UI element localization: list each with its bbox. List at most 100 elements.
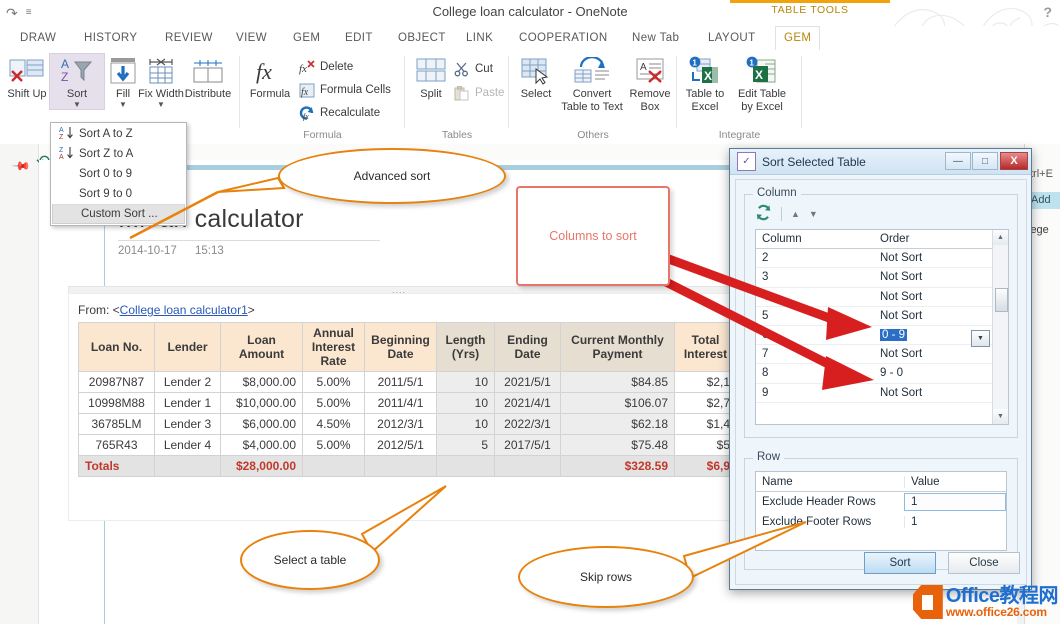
- convert-table-to-text-button[interactable]: Convert Table to Text: [559, 54, 625, 114]
- exclude-footer-rows-input[interactable]: 1: [904, 516, 1006, 528]
- column-grid-row[interactable]: 2 Not Sort: [756, 249, 1008, 268]
- menu-item-sort-z-a[interactable]: Z A Sort Z to A: [51, 144, 186, 164]
- tab-review[interactable]: REVIEW: [157, 26, 221, 50]
- tab-edit[interactable]: EDIT: [337, 26, 381, 50]
- refresh-icon[interactable]: [755, 204, 772, 224]
- col-monthly-payment[interactable]: Current Monthly Payment: [561, 323, 675, 372]
- sort-dialog-button[interactable]: Sort: [864, 552, 936, 574]
- cell-length[interactable]: 10: [437, 414, 495, 435]
- close-button[interactable]: X: [1000, 152, 1028, 170]
- edit-table-by-excel-button[interactable]: X 1 Edit Table by Excel: [733, 54, 791, 114]
- formula-cells-button[interactable]: fx Formula Cells: [298, 79, 391, 101]
- paste-button[interactable]: Paste: [453, 82, 504, 104]
- cell-payment[interactable]: $106.07: [561, 393, 675, 414]
- grid-cell-order[interactable]: 9 - 0: [874, 367, 992, 379]
- column-order-grid[interactable]: Column Order 2 Not Sort 3 Not Sort 4 Not…: [755, 229, 1009, 425]
- cut-button[interactable]: Cut: [453, 58, 493, 80]
- cell-interest[interactable]: $2,1: [675, 372, 737, 393]
- col-lender[interactable]: Lender: [155, 323, 221, 372]
- column-grid-row[interactable]: 7 Not Sort: [756, 345, 1008, 364]
- grid-cell-order[interactable]: Not Sort: [874, 291, 992, 303]
- cell-end[interactable]: 2022/3/1: [495, 414, 561, 435]
- col-length[interactable]: Length (Yrs): [437, 323, 495, 372]
- column-grid-scrollbar[interactable]: ▲ ▼: [992, 230, 1008, 424]
- column-grid-row[interactable]: 5 Not Sort: [756, 307, 1008, 326]
- cell-end[interactable]: 2021/4/1: [495, 393, 561, 414]
- row-grid-row[interactable]: Exclude Header Rows 1: [756, 492, 1006, 512]
- row-options-grid[interactable]: Name Value Exclude Header Rows 1 Exclude…: [755, 471, 1007, 551]
- dialog-title-bar[interactable]: ✓ Sort Selected Table — □ X: [730, 149, 1031, 175]
- cell-interest[interactable]: $5: [675, 435, 737, 456]
- row-grid-row[interactable]: Exclude Footer Rows 1: [756, 512, 1006, 532]
- fix-width-caret-icon[interactable]: ▼: [132, 100, 190, 109]
- menu-item-sort-0-9[interactable]: Sort 0 to 9: [51, 164, 186, 184]
- cell-loan-no[interactable]: 10998M88: [79, 393, 155, 414]
- select-button[interactable]: Select: [513, 54, 559, 101]
- tab-gem-active[interactable]: GEM: [775, 26, 820, 50]
- column-grid-row-selected[interactable]: 6 0 - 9 ▼: [756, 326, 1008, 345]
- cell-begin[interactable]: 2011/4/1: [365, 393, 437, 414]
- cell-length[interactable]: 10: [437, 393, 495, 414]
- cell-payment[interactable]: $75.48: [561, 435, 675, 456]
- cell-loan-no[interactable]: 765R43: [79, 435, 155, 456]
- cell-interest[interactable]: $1,4: [675, 414, 737, 435]
- column-grid-row[interactable]: 9 Not Sort: [756, 384, 1008, 403]
- tab-object[interactable]: OBJECT: [390, 26, 454, 50]
- cell-end[interactable]: 2017/5/1: [495, 435, 561, 456]
- split-button[interactable]: Split: [407, 54, 455, 101]
- cell-rate[interactable]: 5.00%: [303, 372, 365, 393]
- remove-box-button[interactable]: A Remove Box: [627, 54, 673, 114]
- col-beginning-date[interactable]: Beginning Date: [365, 323, 437, 372]
- add-page-button[interactable]: Add: [1028, 192, 1060, 209]
- grid-cell-order[interactable]: Not Sort: [874, 387, 992, 399]
- sort-dropdown-menu[interactable]: A Z Sort A to Z Z A Sort Z to A Sort 0 t…: [50, 122, 187, 226]
- scroll-down-icon[interactable]: ▼: [993, 409, 1008, 424]
- cell-amount[interactable]: $10,000.00: [221, 393, 303, 414]
- menu-item-sort-9-0[interactable]: Sort 9 to 0: [51, 184, 186, 204]
- cell-lender[interactable]: Lender 3: [155, 414, 221, 435]
- tab-view[interactable]: VIEW: [228, 26, 275, 50]
- ribbon-tab-strip[interactable]: DRAW HISTORY REVIEW VIEW GEM EDIT OBJECT…: [0, 26, 1060, 50]
- grid-cell-order[interactable]: Not Sort: [874, 310, 992, 322]
- cell-begin[interactable]: 2012/3/1: [365, 414, 437, 435]
- move-up-icon[interactable]: ▲: [791, 209, 800, 219]
- cell-length[interactable]: 5: [437, 435, 495, 456]
- sort-selected-table-dialog[interactable]: ✓ Sort Selected Table — □ X Column ▲: [729, 148, 1032, 590]
- chevron-down-icon[interactable]: ▼: [971, 330, 990, 347]
- tab-cooperation[interactable]: COOPERATION: [511, 26, 616, 50]
- tab-new-tab[interactable]: New Tab: [624, 26, 687, 50]
- tab-link[interactable]: LINK: [458, 26, 501, 50]
- recalculate-button[interactable]: fx Recalculate: [298, 102, 380, 124]
- shift-up-button[interactable]: Shift Up: [0, 54, 54, 101]
- tab-draw[interactable]: DRAW: [12, 26, 64, 50]
- source-link[interactable]: College loan calculator1: [120, 303, 248, 317]
- delete-formula-button[interactable]: fx Delete: [298, 56, 353, 78]
- col-loan-amount[interactable]: Loan Amount: [221, 323, 303, 372]
- cell-amount[interactable]: $8,000.00: [221, 372, 303, 393]
- menu-item-custom-sort[interactable]: Custom Sort ...: [52, 204, 185, 224]
- cell-loan-no[interactable]: 36785LM: [79, 414, 155, 435]
- minimize-button[interactable]: —: [945, 152, 971, 170]
- table-to-excel-button[interactable]: X 1 Table to Excel: [679, 54, 731, 114]
- cell-loan-no[interactable]: 20987N87: [79, 372, 155, 393]
- scroll-up-icon[interactable]: ▲: [993, 230, 1008, 245]
- cell-payment[interactable]: $62.18: [561, 414, 675, 435]
- maximize-button[interactable]: □: [972, 152, 998, 170]
- cell-lender[interactable]: Lender 1: [155, 393, 221, 414]
- cell-interest[interactable]: $2,7: [675, 393, 737, 414]
- close-dialog-button[interactable]: Close: [948, 552, 1020, 574]
- move-down-icon[interactable]: ▼: [809, 209, 818, 219]
- col-annual-rate[interactable]: Annual Interest Rate: [303, 323, 365, 372]
- scrollbar-thumb[interactable]: [995, 288, 1008, 312]
- cell-rate[interactable]: 4.50%: [303, 414, 365, 435]
- cell-length[interactable]: 10: [437, 372, 495, 393]
- column-toolbar[interactable]: ▲ ▼: [755, 203, 818, 225]
- tab-history[interactable]: HISTORY: [76, 26, 146, 50]
- cell-begin[interactable]: 2012/5/1: [365, 435, 437, 456]
- exclude-header-rows-input[interactable]: 1: [904, 493, 1006, 511]
- cell-lender[interactable]: Lender 2: [155, 372, 221, 393]
- table-row[interactable]: 20987N87 Lender 2 $8,000.00 5.00% 2011/5…: [79, 372, 737, 393]
- cell-amount[interactable]: $6,000.00: [221, 414, 303, 435]
- tab-layout[interactable]: LAYOUT: [700, 26, 764, 50]
- col-ending-date[interactable]: Ending Date: [495, 323, 561, 372]
